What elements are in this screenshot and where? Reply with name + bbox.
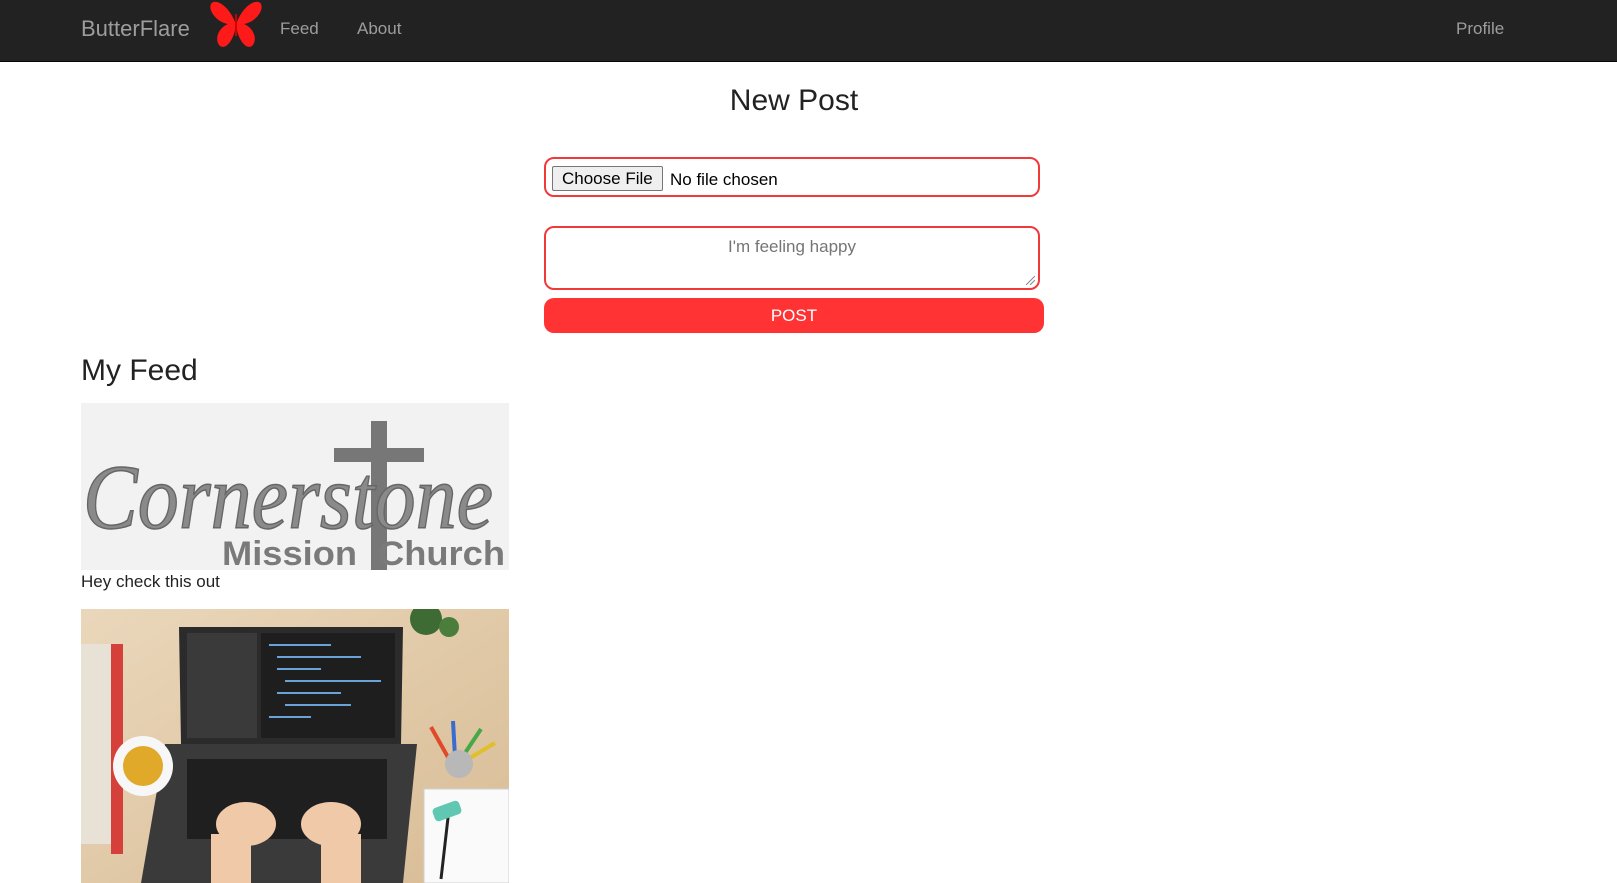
post-image-cornerstone: Cornerstone Mission Church — [81, 403, 509, 570]
post-caption: Hey check this out — [81, 572, 220, 591]
logo-line2b: Church — [378, 535, 505, 570]
nav-feed-link[interactable]: Feed — [280, 19, 319, 39]
post-text-placeholder: I'm feeling happy — [728, 237, 856, 256]
my-feed-title: My Feed — [81, 354, 198, 387]
top-navbar: ButterFlare Feed About Profile — [0, 0, 1617, 62]
logo-word: Cornerstone — [83, 446, 493, 548]
post-button[interactable]: POST — [544, 298, 1044, 333]
file-input[interactable]: Choose File No file chosen — [544, 157, 1040, 197]
nav-about-link[interactable]: About — [357, 19, 401, 39]
laptop-desk-photo-icon — [81, 609, 509, 883]
file-status-text: No file chosen — [670, 170, 778, 189]
logo-line2a: Mission — [222, 535, 357, 570]
new-post-title: New Post — [729, 84, 859, 117]
brand-link[interactable]: ButterFlare — [81, 16, 190, 42]
post-text-input[interactable]: I'm feeling happy — [544, 226, 1040, 290]
cornerstone-logo: Cornerstone Mission Church — [81, 403, 509, 570]
choose-file-button[interactable]: Choose File — [552, 166, 663, 191]
nav-profile-link[interactable]: Profile — [1456, 19, 1504, 39]
resize-grip-icon[interactable] — [1025, 275, 1035, 285]
butterfly-logo-icon[interactable] — [208, 0, 264, 50]
